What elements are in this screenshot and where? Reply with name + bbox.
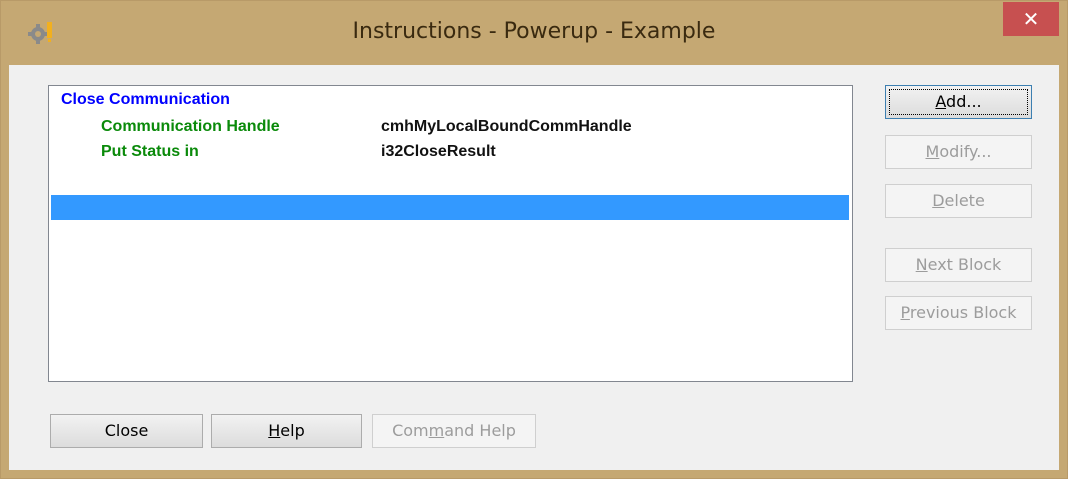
command-help-button[interactable]: Command Help	[372, 414, 536, 448]
delete-button[interactable]: Delete	[885, 184, 1032, 218]
list-item[interactable]: Close Communication	[49, 88, 852, 112]
instruction-list[interactable]: Close Communication Communication Handle…	[48, 85, 853, 382]
add-button[interactable]: Add...	[885, 85, 1032, 119]
close-icon: ✕	[1022, 7, 1040, 31]
dialog-window: Instructions - Powerup - Example ✕ Close…	[0, 0, 1068, 479]
selected-empty-row[interactable]	[51, 195, 849, 220]
instruction-header: Close Communication	[61, 91, 230, 108]
focus-rectangle	[889, 89, 1028, 115]
previous-block-button[interactable]: Previous Block	[885, 296, 1032, 330]
param-label: Communication Handle	[101, 118, 280, 135]
modify-button[interactable]: Modify...	[885, 135, 1032, 169]
title-bar[interactable]: Instructions - Powerup - Example ✕	[1, 1, 1067, 65]
param-label: Put Status in	[101, 143, 199, 160]
window-close-button[interactable]: ✕	[1003, 2, 1059, 36]
list-item[interactable]: Put Status in i32CloseResult	[49, 140, 852, 164]
next-block-button[interactable]: Next Block	[885, 248, 1032, 282]
list-item[interactable]: Communication Handle cmhMyLocalBoundComm…	[49, 115, 852, 139]
dialog-client-area: Close Communication Communication Handle…	[9, 65, 1059, 470]
help-button[interactable]: Help	[211, 414, 362, 448]
param-value: cmhMyLocalBoundCommHandle	[381, 118, 632, 135]
param-value: i32CloseResult	[381, 143, 496, 160]
close-button[interactable]: Close	[50, 414, 203, 448]
window-title: Instructions - Powerup - Example	[352, 19, 716, 44]
